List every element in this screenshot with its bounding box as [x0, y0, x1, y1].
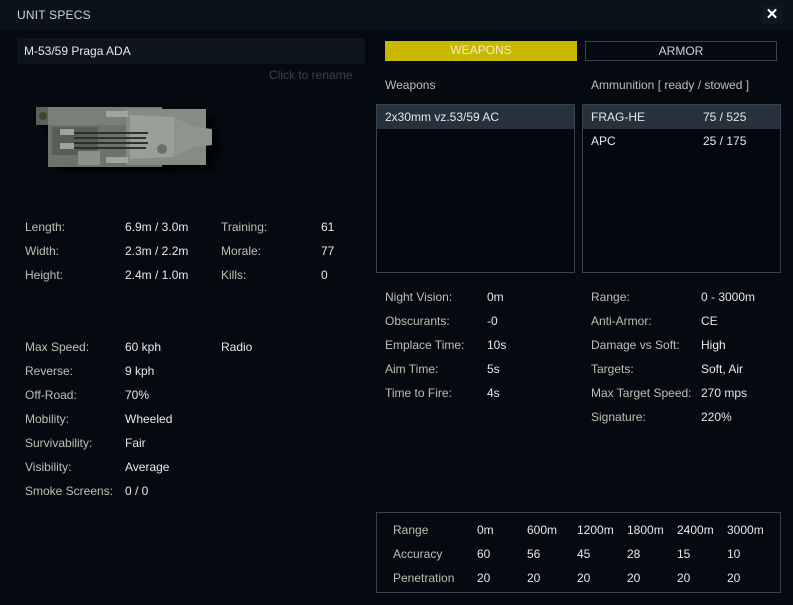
ammo-list-item[interactable]: APC 25 / 175	[583, 129, 780, 153]
weapons-list: 2x30mm vz.53/59 AC	[376, 104, 575, 273]
targets-label: Targets:	[591, 362, 634, 376]
reverse-label: Reverse:	[25, 364, 74, 378]
ammo-count: 25 / 175	[703, 134, 747, 148]
max-speed-value: 60 kph	[125, 340, 162, 354]
range-label: Range:	[591, 290, 630, 304]
range-cell: 3000m	[727, 523, 764, 537]
off-road-label: Off-Road:	[25, 388, 77, 402]
night-vision-value: 0m	[487, 290, 504, 304]
obscurants-label: Obscurants:	[385, 314, 450, 328]
tab-weapons[interactable]: WEAPONS	[385, 41, 577, 61]
visibility-label: Visibility:	[25, 460, 72, 474]
title-bar: UNIT SPECS ✕	[0, 0, 793, 30]
survivability-label: Survivability:	[25, 436, 93, 450]
anti-armor-label: Anti-Armor:	[591, 314, 652, 328]
penetration-row-label: Penetration	[393, 571, 455, 585]
range-value: 0 - 3000m	[701, 290, 756, 304]
window-title: UNIT SPECS	[17, 8, 91, 22]
signature-label: Signature:	[591, 410, 646, 424]
accuracy-row-label: Accuracy	[393, 547, 443, 561]
morale-label: Morale:	[221, 244, 262, 258]
rename-hint: Click to rename	[269, 68, 353, 82]
signature-value: 220%	[701, 410, 732, 424]
targets-value: Soft, Air	[701, 362, 744, 376]
emplace-time-label: Emplace Time:	[385, 338, 465, 352]
width-value: 2.3m / 2.2m	[125, 244, 189, 258]
ammunition-header: Ammunition [ ready / stowed ]	[591, 78, 750, 92]
height-value: 2.4m / 1.0m	[125, 268, 189, 282]
range-table: Range 0m 600m 1200m 1800m 2400m 3000m Ac…	[376, 512, 781, 593]
emplace-time-value: 10s	[487, 338, 507, 352]
kills-value: 0	[321, 268, 328, 282]
accuracy-cell: 60	[477, 547, 491, 561]
damage-vs-soft-label: Damage vs Soft:	[591, 338, 680, 352]
smoke-screens-value: 0 / 0	[125, 484, 149, 498]
height-label: Height:	[25, 268, 64, 282]
length-value: 6.9m / 3.0m	[125, 220, 189, 234]
ammo-count: 75 / 525	[703, 110, 747, 124]
night-vision-label: Night Vision:	[385, 290, 453, 304]
reverse-value: 9 kph	[125, 364, 155, 378]
weapon-name: 2x30mm vz.53/59 AC	[385, 110, 500, 124]
length-label: Length:	[25, 220, 66, 234]
tab-armor[interactable]: ARMOR	[585, 41, 777, 61]
feature-radio: Radio	[221, 340, 253, 354]
penetration-cell: 20	[527, 571, 541, 585]
accuracy-cell: 10	[727, 547, 741, 561]
accuracy-cell: 45	[577, 547, 591, 561]
visibility-value: Average	[125, 460, 170, 474]
range-cell: 0m	[477, 523, 494, 537]
max-target-speed-value: 270 mps	[701, 386, 748, 400]
kills-label: Kills:	[221, 268, 247, 282]
penetration-cell: 20	[727, 571, 741, 585]
training-label: Training:	[221, 220, 268, 234]
penetration-cell: 20	[677, 571, 691, 585]
off-road-value: 70%	[125, 388, 150, 402]
range-cell: 1800m	[627, 523, 664, 537]
vehicle-top-view-icon	[36, 107, 212, 167]
accuracy-cell: 56	[527, 547, 541, 561]
penetration-cell: 20	[477, 571, 491, 585]
survivability-value: Fair	[125, 436, 146, 450]
smoke-screens-label: Smoke Screens:	[25, 484, 114, 498]
range-cell: 2400m	[677, 523, 714, 537]
aim-time-label: Aim Time:	[385, 362, 439, 376]
damage-vs-soft-value: High	[701, 338, 726, 352]
time-to-fire-value: 4s	[487, 386, 500, 400]
ammunition-list: FRAG-HE 75 / 525 APC 25 / 175	[582, 104, 781, 273]
unit-name-field[interactable]: M-53/59 Praga ADA	[17, 38, 365, 64]
training-value: 61	[321, 220, 335, 234]
ammo-list-item[interactable]: FRAG-HE 75 / 525	[583, 105, 780, 129]
max-speed-label: Max Speed:	[25, 340, 90, 354]
aim-time-value: 5s	[487, 362, 500, 376]
mobility-label: Mobility:	[25, 412, 70, 426]
time-to-fire-label: Time to Fire:	[385, 386, 452, 400]
obscurants-value: -0	[487, 314, 498, 328]
anti-armor-value: CE	[701, 314, 718, 328]
weapon-list-item[interactable]: 2x30mm vz.53/59 AC	[377, 105, 574, 129]
max-target-speed-label: Max Target Speed:	[591, 386, 692, 400]
penetration-cell: 20	[577, 571, 591, 585]
weapons-header: Weapons	[385, 78, 436, 92]
range-cell: 1200m	[577, 523, 614, 537]
range-row-label: Range	[393, 523, 429, 537]
accuracy-cell: 28	[627, 547, 641, 561]
morale-value: 77	[321, 244, 335, 258]
penetration-cell: 20	[627, 571, 641, 585]
close-button[interactable]: ✕	[762, 6, 782, 24]
mobility-value: Wheeled	[125, 412, 173, 426]
ammo-name: FRAG-HE	[591, 110, 645, 124]
close-icon: ✕	[765, 6, 779, 23]
width-label: Width:	[25, 244, 60, 258]
range-cell: 600m	[527, 523, 558, 537]
ammo-name: APC	[591, 134, 616, 148]
accuracy-cell: 15	[677, 547, 691, 561]
